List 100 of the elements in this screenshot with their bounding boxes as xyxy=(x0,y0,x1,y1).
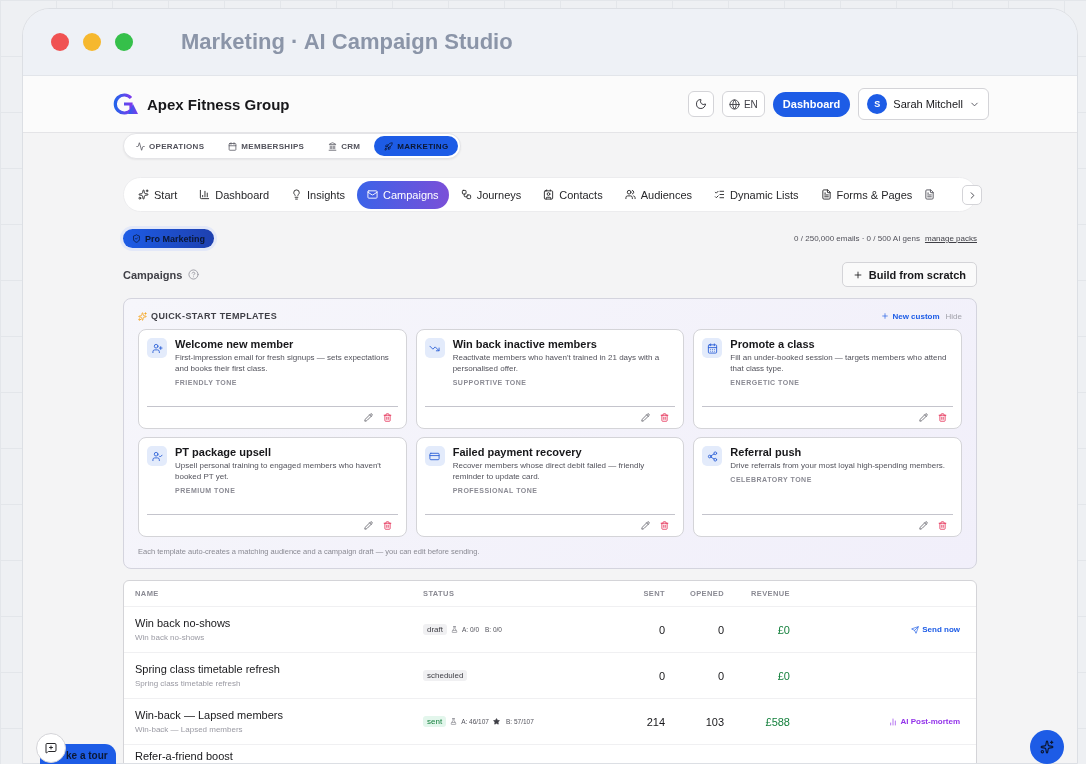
plan-badge: Pro Marketing xyxy=(123,229,214,248)
delete-icon[interactable] xyxy=(382,521,392,530)
campaign-name[interactable]: Win-back — Lapsed members xyxy=(135,709,423,721)
campaign-subtitle: Win-back — Lapsed members xyxy=(135,725,244,734)
section-tab[interactable]: Audiences xyxy=(614,180,703,209)
template-title: Failed payment recovery xyxy=(452,446,583,458)
template-title: Promote a class xyxy=(730,338,816,350)
send-icon xyxy=(911,625,920,634)
build-from-scratch-button[interactable]: Build from scratch xyxy=(841,262,977,287)
campaign-name[interactable]: Win back no-shows xyxy=(135,617,423,629)
revenue-amount: £0 xyxy=(776,669,790,682)
delete-icon[interactable] xyxy=(938,413,947,422)
pulse-icon xyxy=(136,141,145,151)
template-description: First-impression email for fresh signups — sets expectations and books their first class. xyxy=(175,352,390,375)
delete-icon[interactable] xyxy=(382,413,392,422)
dashboard-button[interactable]: Dashboard xyxy=(772,91,851,117)
user-plus-icon xyxy=(147,338,167,358)
section-tab[interactable]: Campaigns xyxy=(357,180,449,209)
page-title: Campaigns xyxy=(123,268,183,281)
user-avatar: S xyxy=(867,94,888,114)
campaign-name[interactable]: Refer-a-friend boost xyxy=(135,749,423,762)
revenue-amount: £588 xyxy=(764,715,790,728)
new-custom-link[interactable]: New custom xyxy=(881,311,940,321)
template-description: Reactivate members who haven't trained in 21 days with a personalised offer. xyxy=(452,352,661,375)
edit-icon[interactable] xyxy=(919,413,928,422)
document-icon xyxy=(820,189,832,200)
status-tag: scheduled xyxy=(423,670,468,681)
section-tab[interactable]: Start xyxy=(128,180,188,209)
bar-chart-icon xyxy=(889,717,898,726)
sent-count: 0 xyxy=(657,623,665,636)
bar-chart-icon xyxy=(199,189,211,200)
plus-icon xyxy=(852,269,863,280)
trend-down-icon xyxy=(424,338,445,358)
calendar-icon xyxy=(702,338,723,358)
shield-icon xyxy=(132,234,141,243)
template-title: Welcome new member xyxy=(175,338,295,350)
theme-toggle-button[interactable] xyxy=(687,91,714,117)
status-tag: sent xyxy=(423,716,447,727)
edit-icon[interactable] xyxy=(363,413,373,422)
rocket-icon xyxy=(384,141,394,151)
sent-count: 214 xyxy=(645,715,665,728)
scroll-right-button[interactable] xyxy=(962,185,982,205)
opened-count: 103 xyxy=(704,715,724,728)
campaign-name[interactable]: Spring class timetable refresh xyxy=(135,663,423,675)
mail-icon xyxy=(367,189,378,200)
language-button[interactable]: EN xyxy=(721,91,765,117)
template-title: Win back inactive members xyxy=(452,338,598,350)
delete-icon[interactable] xyxy=(660,521,670,530)
panel-title: QUICK-START TEMPLATES xyxy=(151,311,278,321)
globe-icon xyxy=(728,98,740,110)
opened-count: 0 xyxy=(716,669,724,682)
plus-icon xyxy=(881,312,890,320)
campaign-subtitle: Spring class timetable refresh xyxy=(135,679,242,688)
user-check-icon xyxy=(147,446,167,466)
help-icon[interactable] xyxy=(188,269,200,280)
checklist-icon xyxy=(714,189,726,200)
template-title: Referral push xyxy=(730,446,803,458)
workflow-icon xyxy=(460,189,472,200)
section-tab[interactable]: Insights xyxy=(281,180,355,209)
template-description: Drive referrals from your most loyal high-spending members. xyxy=(730,460,946,472)
delete-icon[interactable] xyxy=(938,521,947,530)
section-tab[interactable]: Dashboard xyxy=(189,180,280,209)
chat-icon xyxy=(45,742,57,754)
section-tab[interactable]: Contacts xyxy=(533,180,613,209)
opened-count: 0 xyxy=(716,623,724,636)
manage-packs-link[interactable]: manage packs xyxy=(924,234,977,243)
send-now-link[interactable]: Send now xyxy=(911,625,960,634)
edit-icon[interactable] xyxy=(641,521,651,530)
contact-icon xyxy=(543,189,555,200)
section-tab[interactable]: Journeys xyxy=(450,180,532,209)
edit-icon[interactable] xyxy=(363,521,373,530)
user-menu-button[interactable]: S Sarah Mitchell xyxy=(858,88,989,120)
status-tag: draft xyxy=(423,624,447,635)
calendar-icon xyxy=(228,141,238,151)
delete-icon[interactable] xyxy=(660,413,670,422)
module-tab[interactable]: OPERATIONS xyxy=(126,136,215,156)
module-tab[interactable]: CRM xyxy=(318,136,371,156)
sparkles-icon xyxy=(138,189,149,200)
maximize-button[interactable] xyxy=(115,33,133,51)
module-tab[interactable]: MEMBERSHIPS xyxy=(218,136,315,156)
flask-icon xyxy=(451,626,458,633)
edit-icon[interactable] xyxy=(641,413,651,422)
usage-text: 0 / 250,000 emails · 0 / 500 AI gens xyxy=(794,234,920,243)
campaign-subtitle: Win back no-shows xyxy=(135,633,206,642)
moon-icon xyxy=(694,98,707,110)
document-icon xyxy=(924,189,936,200)
building-icon xyxy=(328,141,338,151)
template-description: Upsell personal training to engaged members who haven't booked PT yet. xyxy=(175,460,383,483)
section-tab[interactable]: Dynamic Lists xyxy=(704,180,809,209)
lightbulb-icon xyxy=(291,189,303,200)
users-icon xyxy=(624,189,636,200)
star-icon xyxy=(492,718,500,725)
brand-name: Apex Fitness Group xyxy=(147,95,290,113)
minimize-button[interactable] xyxy=(83,33,101,51)
post-mortem-link[interactable]: AI Post-mortem xyxy=(889,717,960,726)
edit-icon[interactable] xyxy=(919,521,928,530)
sparkles-icon xyxy=(138,311,147,321)
section-tab[interactable]: Forms & Pages xyxy=(810,180,923,209)
sent-count: 0 xyxy=(657,669,665,682)
close-button[interactable] xyxy=(51,33,69,51)
